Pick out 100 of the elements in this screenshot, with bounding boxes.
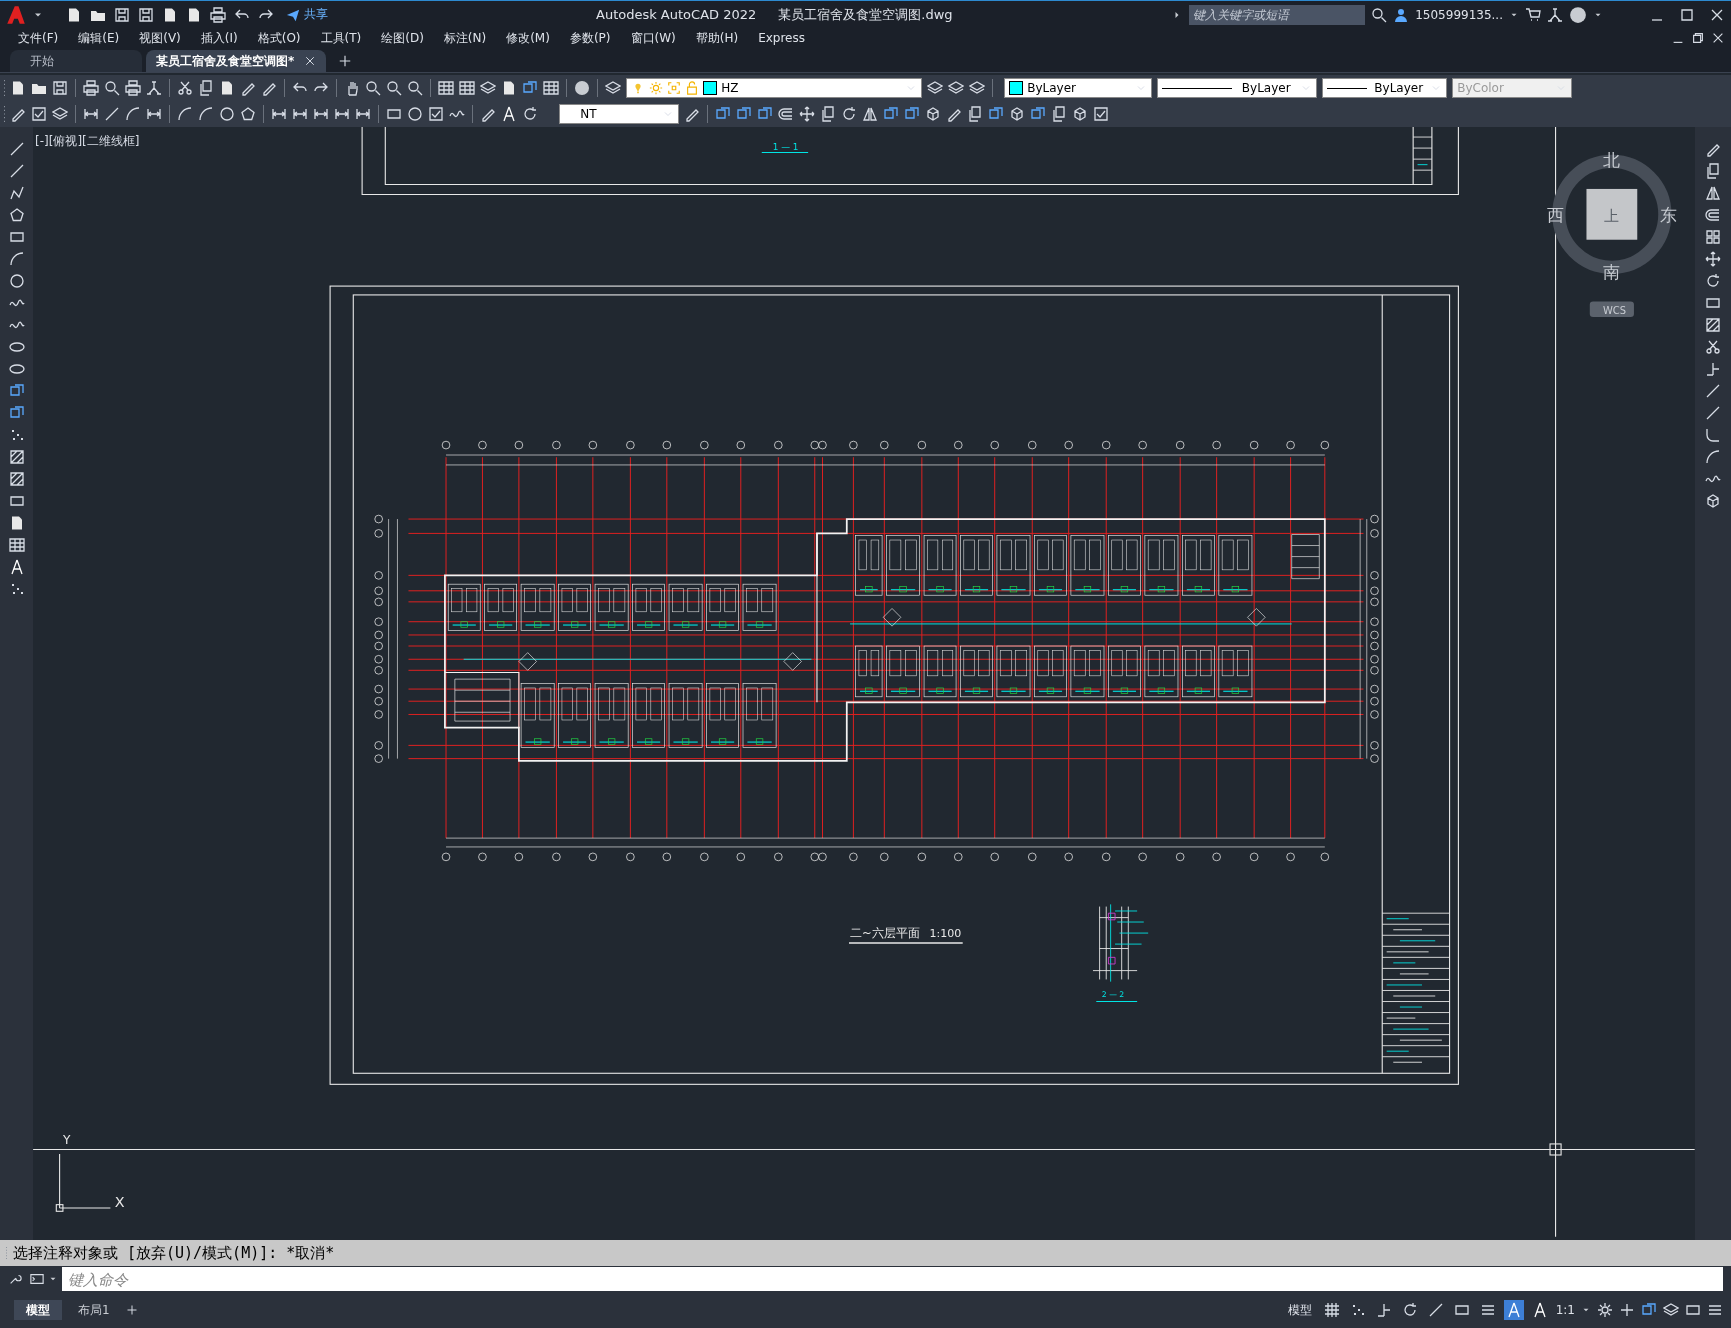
line-icon[interactable] — [104, 106, 121, 122]
dimension-icon[interactable] — [146, 106, 163, 122]
command-field[interactable]: 键入命令 — [62, 1267, 1723, 1291]
plus-icon[interactable] — [1619, 1302, 1635, 1318]
check-icon[interactable] — [31, 106, 48, 122]
rotate-icon[interactable] — [841, 106, 858, 122]
annotation-scale-button[interactable]: 1:1 — [1555, 1303, 1575, 1317]
model-space-button[interactable]: 模型 — [1283, 1299, 1316, 1321]
dimension-icon[interactable] — [271, 106, 288, 122]
table-icon[interactable] — [438, 80, 455, 96]
cube-icon[interactable] — [925, 106, 942, 122]
copy-icon[interactable] — [967, 106, 984, 122]
terminal-icon[interactable] — [30, 1272, 44, 1286]
wrench-icon[interactable] — [8, 1272, 22, 1286]
ucs-menu-button[interactable]: WCS — [1589, 301, 1634, 317]
line-icon[interactable] — [1705, 405, 1721, 421]
file-tab[interactable]: 开始 — [10, 50, 142, 72]
menu-item[interactable]: 工具(T) — [310, 29, 372, 47]
menu-item[interactable]: 修改(M) — [496, 29, 560, 47]
layers-icon[interactable] — [1663, 1302, 1679, 1318]
hatch-icon[interactable] — [8, 449, 25, 465]
mirror-icon[interactable] — [862, 106, 879, 122]
polyline-icon[interactable] — [8, 185, 25, 201]
polygon-icon[interactable] — [240, 106, 257, 122]
text-style-dropdown[interactable]: NT — [559, 104, 680, 124]
arc-icon[interactable] — [125, 106, 142, 122]
color-dropdown[interactable]: ByLayer — [1004, 78, 1153, 98]
copy-icon[interactable] — [1051, 106, 1068, 122]
menu-item[interactable]: 标注(N) — [433, 29, 497, 47]
copy-icon[interactable] — [198, 80, 215, 96]
dimension-icon[interactable] — [334, 106, 351, 122]
network-icon[interactable] — [146, 80, 163, 96]
rectangle-icon[interactable] — [386, 106, 403, 122]
line-icon[interactable] — [8, 141, 25, 157]
fillet-icon[interactable] — [1705, 427, 1721, 443]
menu-item[interactable]: 文件(F) — [8, 29, 69, 47]
layers-icon[interactable] — [52, 106, 69, 122]
arc-icon[interactable] — [198, 106, 215, 122]
move-icon[interactable] — [1705, 251, 1721, 267]
help-icon[interactable] — [1569, 5, 1587, 24]
check-icon[interactable] — [1093, 106, 1110, 122]
view-cube-face[interactable]: 上 — [1586, 188, 1638, 240]
document-icon[interactable] — [66, 6, 82, 23]
annotation-icon[interactable] — [501, 106, 518, 122]
printer-icon[interactable] — [210, 6, 226, 23]
zoom-icon[interactable] — [386, 80, 403, 96]
block-icon[interactable] — [1641, 1302, 1657, 1318]
cube-icon[interactable] — [1072, 106, 1089, 122]
gear-icon[interactable] — [1597, 1302, 1613, 1318]
zoom-icon[interactable] — [365, 80, 382, 96]
printer-icon[interactable] — [125, 80, 142, 96]
polygon-icon[interactable] — [8, 207, 25, 223]
lineweight-dropdown[interactable]: ByLayer — [1322, 78, 1448, 98]
save-icon[interactable] — [52, 80, 69, 96]
hatch-icon[interactable] — [1705, 317, 1721, 333]
scissors-icon[interactable] — [177, 80, 194, 96]
block-icon[interactable] — [715, 106, 732, 122]
menu-item[interactable]: 格式(O) — [247, 29, 311, 47]
menu-item[interactable]: 插入(I) — [190, 29, 248, 47]
network-icon[interactable] — [1547, 6, 1563, 23]
block-icon[interactable] — [736, 106, 753, 122]
menu-icon[interactable] — [1707, 1302, 1723, 1318]
layers-icon[interactable] — [480, 80, 497, 96]
document-icon[interactable] — [162, 6, 178, 23]
scissors-icon[interactable] — [1705, 339, 1721, 355]
mirror-icon[interactable] — [1705, 185, 1721, 201]
help-icon[interactable] — [574, 80, 591, 96]
rectangle-icon[interactable] — [1705, 295, 1721, 311]
user-account-menu[interactable]: 1505999135... — [1415, 7, 1503, 22]
save-icon[interactable] — [138, 6, 154, 23]
move-icon[interactable] — [799, 106, 816, 122]
offset-icon[interactable] — [1705, 207, 1721, 223]
plus-icon[interactable] — [125, 1304, 138, 1316]
arc-icon[interactable] — [8, 251, 25, 267]
menu-item[interactable]: 参数(P) — [559, 29, 621, 47]
dimension-icon[interactable] — [313, 106, 330, 122]
copy-icon[interactable] — [820, 106, 837, 122]
trim-icon[interactable] — [1705, 361, 1721, 377]
rectangle-icon[interactable] — [8, 493, 25, 509]
line-icon[interactable] — [8, 163, 25, 179]
plus-icon[interactable] — [338, 54, 353, 68]
zoom-icon[interactable] — [407, 80, 424, 96]
arc-icon[interactable] — [177, 106, 194, 122]
table-icon[interactable] — [459, 80, 476, 96]
document-icon[interactable] — [186, 6, 202, 23]
layers-icon[interactable] — [969, 80, 986, 96]
line-icon[interactable] — [1705, 383, 1721, 399]
cube-icon[interactable] — [1009, 106, 1026, 122]
menu-item[interactable]: 窗口(W) — [620, 29, 686, 47]
compass-label[interactable]: 西 — [1547, 205, 1565, 225]
block-icon[interactable] — [8, 405, 25, 421]
layout-tab[interactable]: 模型 — [14, 1300, 62, 1320]
rectangle-icon[interactable] — [1685, 1302, 1701, 1318]
annotation-icon[interactable] — [8, 559, 25, 575]
close-icon[interactable] — [1711, 31, 1725, 45]
compass-label[interactable]: 南 — [1603, 263, 1621, 283]
layers-icon[interactable] — [948, 80, 965, 96]
zoom-icon[interactable] — [104, 80, 121, 96]
linetype-dropdown[interactable]: ByLayer — [1157, 78, 1318, 98]
restore-icon[interactable] — [1691, 31, 1705, 45]
